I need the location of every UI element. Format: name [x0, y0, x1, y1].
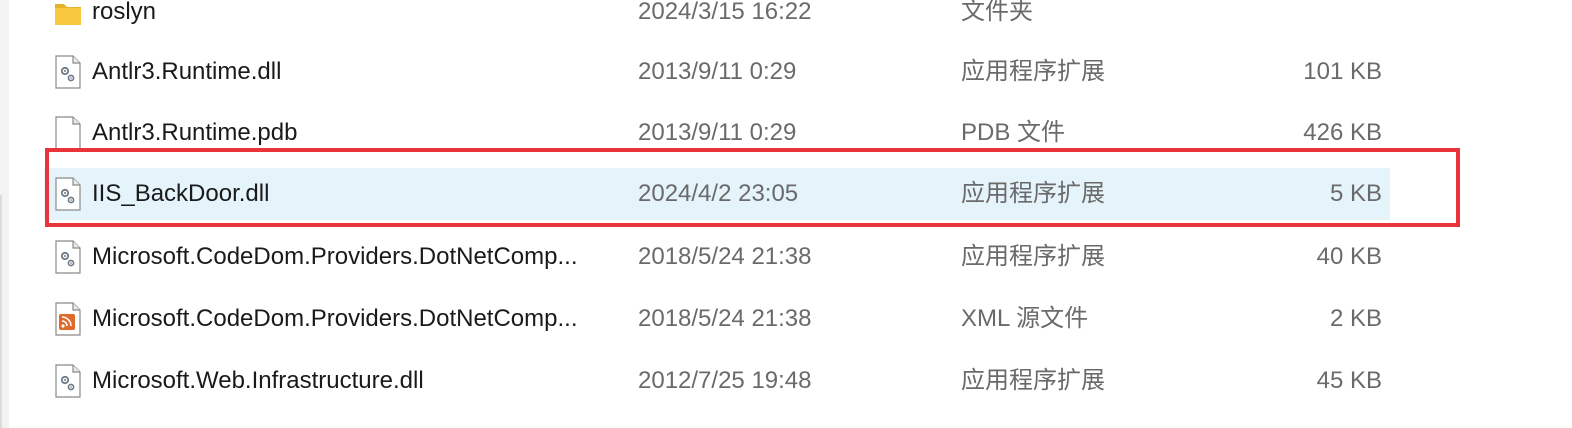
file-row-roslyn[interactable]: roslyn 2024/3/15 16:22 文件夹: [44, 0, 1390, 38]
file-size: 2 KB: [1329, 305, 1382, 332]
file-name: Microsoft.Web.Infrastructure.dll: [92, 367, 424, 394]
file-size: 40 KB: [1316, 243, 1382, 270]
dll-gear-icon: [54, 240, 82, 274]
file-type: 应用程序扩展: [961, 243, 1105, 270]
dll-gear-icon: [54, 364, 82, 398]
file-row-antlr3-runtime-dll[interactable]: Antlr3.Runtime.dll 2013/9/11 0:29 应用程序扩展…: [44, 46, 1390, 98]
file-type: 应用程序扩展: [961, 58, 1105, 85]
file-size: 45 KB: [1316, 367, 1382, 394]
file-name: Antlr3.Runtime.dll: [92, 58, 282, 85]
file-date: 2018/5/24 21:38: [638, 305, 812, 332]
file-type: 文件夹: [961, 0, 1033, 25]
file-date: 2013/9/11 0:29: [638, 58, 797, 85]
file-row-web-infrastructure-dll[interactable]: Microsoft.Web.Infrastructure.dll 2012/7/…: [44, 355, 1390, 407]
file-row-codedom-dll[interactable]: Microsoft.CodeDom.Providers.DotNetComp..…: [44, 231, 1390, 283]
explorer-file-list-view: roslyn 2024/3/15 16:22 文件夹 Antlr3.Runtim…: [0, 0, 1572, 428]
file-row-codedom-xml[interactable]: Microsoft.CodeDom.Providers.DotNetComp..…: [44, 293, 1390, 345]
file-name: Microsoft.CodeDom.Providers.DotNetComp..…: [92, 305, 578, 332]
annotation-highlight-box: [45, 148, 1460, 227]
file-size: 101 KB: [1303, 58, 1382, 85]
file-date: 2012/7/25 19:48: [638, 367, 812, 394]
file-name: Microsoft.CodeDom.Providers.DotNetComp..…: [92, 243, 578, 270]
file-type: 应用程序扩展: [961, 367, 1105, 394]
file-date: 2024/3/15 16:22: [638, 0, 812, 25]
blank-file-icon: [54, 116, 82, 150]
xml-rss-icon: [54, 302, 82, 336]
file-date: 2018/5/24 21:38: [638, 243, 812, 270]
file-name: roslyn: [92, 0, 157, 25]
dll-gear-icon: [54, 55, 82, 89]
file-type: XML 源文件: [961, 305, 1089, 332]
folder-icon: [54, 0, 82, 29]
